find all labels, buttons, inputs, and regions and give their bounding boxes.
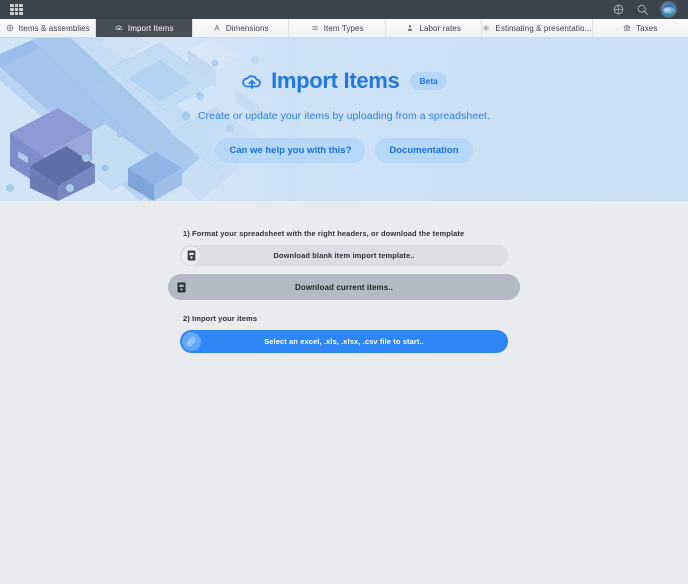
help-circle-icon[interactable] bbox=[612, 3, 625, 16]
topbar-actions bbox=[612, 1, 683, 18]
beta-badge: Beta bbox=[410, 72, 447, 90]
tab-label: Import Items bbox=[127, 23, 174, 33]
tab-bar: Items & assemblies Import Items Dimensio… bbox=[0, 19, 688, 38]
apps-grid-icon[interactable] bbox=[10, 3, 23, 16]
tab-label: Labor rates bbox=[419, 23, 461, 33]
avatar[interactable] bbox=[660, 1, 677, 18]
step2-label: 2) Import your items bbox=[183, 314, 258, 323]
hero-title-row: Import Items Beta bbox=[241, 68, 447, 94]
tab-label: Estimating & presentatio... bbox=[495, 23, 592, 33]
tab-label: Dimensions bbox=[225, 23, 269, 33]
tab-import-items[interactable]: Import Items bbox=[96, 19, 193, 37]
hero-subtitle: Create or update your items by uploading… bbox=[198, 110, 490, 122]
page-title: Import Items bbox=[271, 68, 400, 93]
tab-dimensions[interactable]: Dimensions bbox=[192, 19, 290, 37]
button-label: Select an excel, .xls, .xlsx, .csv file … bbox=[264, 337, 424, 346]
cloud-upload-icon bbox=[242, 75, 261, 89]
tab-item-types[interactable]: Item Types bbox=[289, 19, 386, 37]
step1-label: 1) Format your spreadsheet with the righ… bbox=[183, 229, 465, 238]
box-icon bbox=[6, 24, 13, 32]
tab-label: Taxes bbox=[636, 23, 658, 33]
tab-label: Item Types bbox=[323, 23, 364, 33]
hero-content: Import Items Beta Create or update your … bbox=[0, 38, 688, 201]
tab-estimating-presentation[interactable]: Estimating & presentatio... bbox=[482, 19, 593, 37]
document-icon bbox=[177, 282, 185, 292]
tab-items-assemblies[interactable]: Items & assemblies bbox=[0, 19, 97, 37]
select-file-button[interactable]: Select an excel, .xls, .xlsx, .csv file … bbox=[180, 330, 508, 353]
download-current-items-button[interactable]: Download current items.. bbox=[168, 274, 520, 300]
paperclip-icon bbox=[187, 336, 196, 346]
ruler-icon bbox=[214, 24, 220, 31]
tab-labor-rates[interactable]: Labor rates bbox=[385, 19, 483, 37]
download-template-button[interactable]: Download blank item import template.. bbox=[180, 245, 508, 266]
gear-icon bbox=[483, 24, 490, 32]
import-steps: 1) Format your spreadsheet with the righ… bbox=[168, 229, 520, 353]
paperclip-icon-wrap bbox=[182, 332, 201, 351]
document-icon-wrap bbox=[182, 246, 200, 265]
main-content: 1) Format your spreadsheet with the righ… bbox=[0, 201, 688, 584]
list-icon bbox=[312, 26, 318, 30]
person-icon bbox=[408, 25, 413, 31]
search-icon[interactable] bbox=[636, 3, 649, 16]
documentation-button[interactable]: Documentation bbox=[375, 138, 473, 163]
document-icon-wrap bbox=[171, 277, 191, 297]
hero-buttons: Can we help you with this? Documentation bbox=[215, 138, 473, 163]
tab-taxes[interactable]: Taxes bbox=[592, 19, 688, 37]
document-icon bbox=[187, 250, 195, 261]
button-label: Download blank item import template.. bbox=[273, 251, 415, 260]
tab-label: Items & assemblies bbox=[18, 23, 90, 33]
button-label: Download current items.. bbox=[295, 282, 393, 292]
bank-icon bbox=[623, 24, 631, 31]
cloud-upload-icon bbox=[115, 25, 123, 30]
top-bar bbox=[0, 0, 688, 19]
help-button[interactable]: Can we help you with this? bbox=[215, 138, 366, 163]
hero-banner: Import Items Beta Create or update your … bbox=[0, 38, 688, 201]
